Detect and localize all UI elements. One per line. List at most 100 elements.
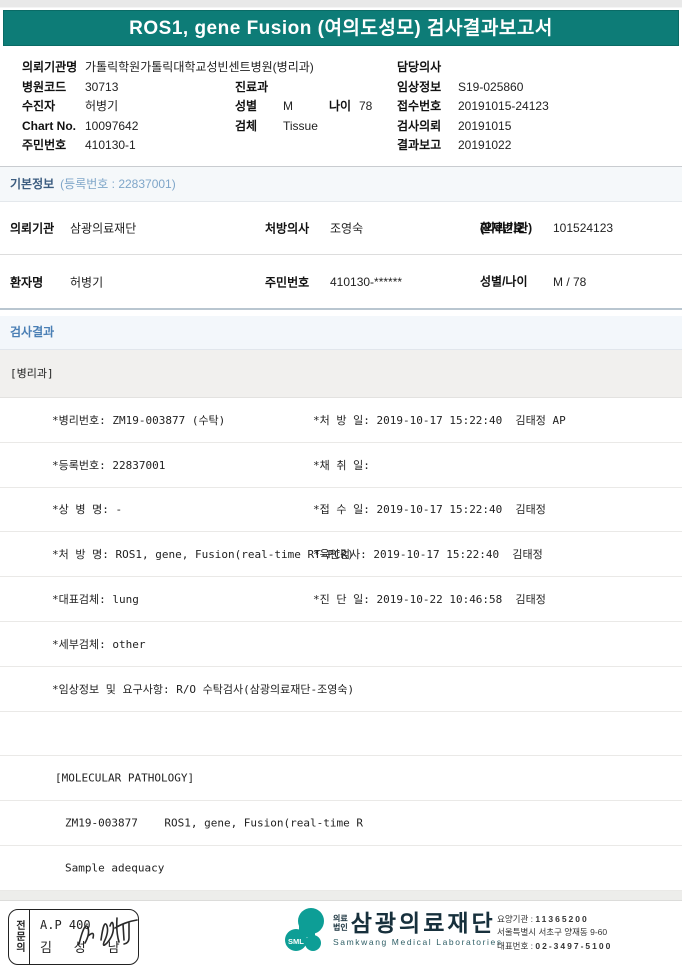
field-value: 101524123 xyxy=(553,221,614,235)
stamp-role-cell: 전문의 xyxy=(9,909,30,964)
result-row: *처 방 명: ROS1, gene, Fusion(real-time RT-… xyxy=(0,532,682,578)
field-label: 진료과 xyxy=(235,79,269,94)
company-name: 삼광의료재단 xyxy=(350,909,496,936)
result-left: *임상정보 및 요구사항: R/O 수탁검사(삼광의료재단-조영숙) xyxy=(52,682,355,696)
contact-line: 서울특별시 서초구 양재동 9-60 xyxy=(497,927,608,938)
field-value: 20191015-24123 xyxy=(458,99,549,114)
contact-value: 02-3497-5100 xyxy=(535,940,613,951)
patient-info-right: 담당의사 임상정보 S19-025860 접수번호 20191015-24123 검… xyxy=(397,58,549,156)
field-value: 삼광의료재단 xyxy=(70,221,137,236)
field-label: 수진자 xyxy=(22,99,56,114)
field-value: 78 xyxy=(359,99,373,114)
field-label: Chart No. xyxy=(22,118,76,133)
company-name-block: 의료 법인 삼광의료재단 Samkwang Medical Laboratorie… xyxy=(333,907,503,959)
result-left: *병리번호: ZM19-003877 (수탁) xyxy=(52,413,226,427)
field-value: 조영숙 xyxy=(330,221,364,236)
result-left: *세부검체: other xyxy=(52,637,146,651)
field-label: 주민번호 xyxy=(265,275,310,289)
pathologist-stamp: 전문의 A.P 400 김 성 남 xyxy=(8,908,139,965)
info-row: 수진자 허병기 성별 M 나이 78 xyxy=(22,97,372,117)
patient-info-left: 의뢰기관명 가톨릭학원가톨릭대학교성빈센트병원(병리과) 병원코드 30713 진료과… xyxy=(22,58,372,156)
top-strip xyxy=(0,0,682,8)
report-page: ROS1, gene Fusion (여의도성모) 검사결과보고서 의뢰기관명 가… xyxy=(0,0,682,975)
field-label: 결과보고 xyxy=(397,138,442,153)
result-row: *등록번호: 22837001 *채 취 일: xyxy=(0,443,682,488)
result-right: *처 방 일: 2019-10-17 15:22:40 김태정 AP xyxy=(313,413,566,427)
result-row: [MOLECULAR PATHOLOGY] xyxy=(0,756,682,802)
company-logo-group: SML 의료 법인 삼광의료재단 Samkwang Medical Laborat… xyxy=(283,907,503,959)
contact-value: 11365200 xyxy=(535,913,589,924)
field-value: 20191022 xyxy=(458,138,512,153)
result-left: Sample adequacy xyxy=(65,861,165,875)
svg-text:SML: SML xyxy=(288,937,304,946)
field-label: 나이 xyxy=(329,99,352,114)
field-label: 주민번호 xyxy=(22,138,67,153)
org-type-line: 법인 xyxy=(333,922,348,932)
contact-label: 대표번호 : xyxy=(497,940,534,951)
result-row: *병리번호: ZM19-003877 (수탁) *처 방 일: 2019-10-… xyxy=(0,398,682,443)
result-left: [MOLECULAR PATHOLOGY] xyxy=(55,771,195,785)
field-value: S19-025860 xyxy=(458,79,524,94)
stamp-role-label: 전문의 xyxy=(13,920,25,954)
result-right: *접 수 일: 2019-10-17 15:22:40 김태정 xyxy=(313,503,546,517)
result-left: ZM19-003877 ROS1, gene, Fusion(real-time… xyxy=(65,816,364,830)
company-name-line: 의료 법인 삼광의료재단 xyxy=(333,911,503,935)
result-right: *육안검사: 2019-10-17 15:22:40 김태정 xyxy=(313,548,543,562)
field-label: 병원코드 xyxy=(22,79,67,94)
footer-divider xyxy=(0,890,682,901)
report-title: ROS1, gene Fusion (여의도성모) 검사결과보고서 xyxy=(3,10,679,46)
contact-label: 요양기관 : xyxy=(497,913,534,924)
company-contact: 요양기관 : 11365200 서울특별시 서초구 양재동 9-60 대표번호 … xyxy=(497,913,612,954)
sml-logo-icon: SML xyxy=(285,907,324,951)
result-row: *임상정보 및 요구사항: R/O 수탁검사(삼광의료재단-조영숙) xyxy=(0,667,682,712)
info-row: 의뢰기관명 가톨릭학원가톨릭대학교성빈센트병원(병리과) xyxy=(22,58,372,78)
table-row: 의뢰기관 삼광의료재단 처방의사 조영숙 환자번호 (의뢰기관) 10152412… xyxy=(0,202,682,255)
info-row: 주민번호 410130-1 xyxy=(22,136,372,156)
field-value: 10097642 xyxy=(85,118,139,133)
result-row-empty xyxy=(0,712,682,757)
result-left: *대표검체: lung xyxy=(52,593,139,607)
info-row: 담당의사 xyxy=(397,58,549,78)
contact-line: 대표번호 : 02-3497-5100 xyxy=(497,940,612,954)
field-value: Tissue xyxy=(283,118,318,133)
basic-info-header: 기본정보 (등록번호 : 22837001) xyxy=(0,166,682,202)
result-row: ZM19-003877 ROS1, gene, Fusion(real-time… xyxy=(0,801,682,846)
org-type-line: 의료 xyxy=(333,913,348,923)
field-value: 30713 xyxy=(85,79,119,94)
result-row: Sample adequacy xyxy=(0,846,682,891)
field-label: 검체 xyxy=(235,118,258,133)
field-value: 410130-****** xyxy=(330,274,403,289)
field-label: 담당의사 xyxy=(397,60,442,74)
field-value: 20191015 xyxy=(458,118,512,133)
results-header: 검사결과 xyxy=(0,316,682,350)
field-value: 허병기 xyxy=(85,99,119,114)
result-row: *대표검체: lung *진 단 일: 2019-10-22 10:46:58 … xyxy=(0,577,682,622)
info-row: Chart No. 10097642 검체 Tissue xyxy=(22,117,372,137)
result-left: *등록번호: 22837001 xyxy=(52,458,166,472)
field-label: 의뢰기관 xyxy=(10,221,55,236)
registration-number: (등록번호 : 22837001) xyxy=(60,177,176,191)
field-value: 허병기 xyxy=(70,275,104,289)
field-value: 410130-1 xyxy=(85,138,136,153)
field-label-line: (의뢰기관) xyxy=(480,220,533,235)
field-label: 접수번호 xyxy=(397,99,442,114)
contact-line: 요양기관 : 11365200 xyxy=(497,913,612,927)
result-left: *처 방 명: ROS1, gene, Fusion(real-time RT-… xyxy=(52,548,354,562)
field-label: 임상정보 xyxy=(397,79,442,94)
result-row: *세부검체: other xyxy=(0,622,682,667)
basic-info-table: 의뢰기관 삼광의료재단 처방의사 조영숙 환자번호 (의뢰기관) 10152412… xyxy=(0,202,682,310)
result-left: *상 병 명: - xyxy=(52,503,123,517)
org-type-label: 의료 법인 xyxy=(333,914,348,932)
field-label: 환자명 xyxy=(10,275,44,289)
field-label: 검사의뢰 xyxy=(397,118,442,133)
department-row: [병리과] xyxy=(0,350,682,398)
info-row: 임상정보 S19-025860 xyxy=(397,78,549,98)
table-row: 환자명 허병기 주민번호 410130-****** 성별/나이 M / 78 xyxy=(0,255,682,308)
section-title: 기본정보 xyxy=(10,177,55,191)
field-value: M xyxy=(283,99,293,114)
field-label: 성별/나이 xyxy=(480,274,528,288)
result-right: *진 단 일: 2019-10-22 10:46:58 김태정 xyxy=(313,593,546,607)
result-right: *채 취 일: xyxy=(313,458,370,472)
info-row: 결과보고 20191022 xyxy=(397,136,549,156)
footer: 전문의 A.P 400 김 성 남 SML 의료 법인 삼광의료재단 Samkw… xyxy=(0,901,682,975)
